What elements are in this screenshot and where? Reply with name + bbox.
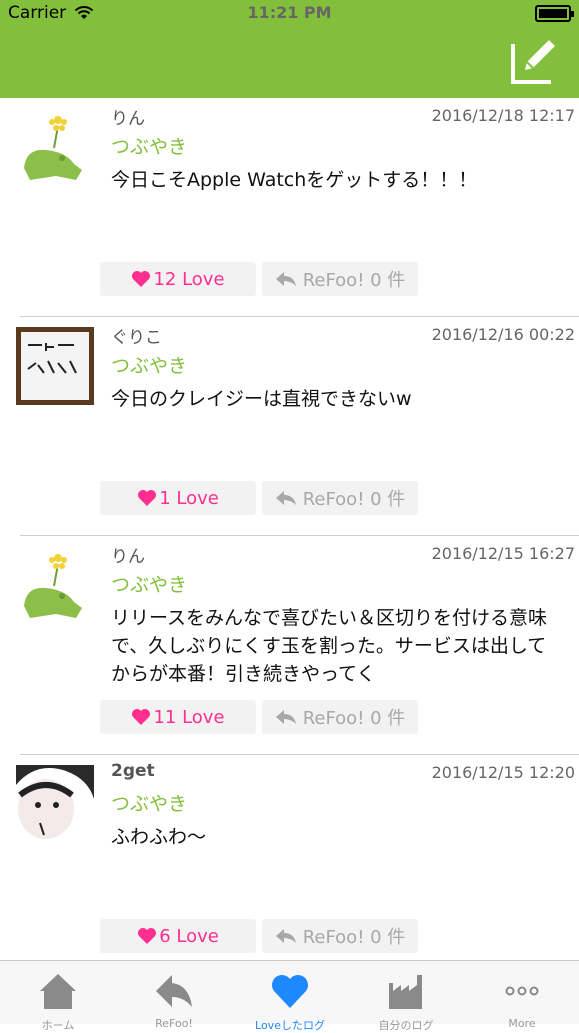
- post-time: 2016/12/18 12:17: [432, 106, 575, 125]
- post-time: 2016/12/15 12:20: [432, 763, 575, 782]
- battery-icon: [535, 5, 571, 22]
- reply-arrow-icon: [275, 709, 297, 725]
- post-content: 今日こそApple Watchをゲットする！！！: [111, 166, 561, 194]
- heart-icon: [131, 270, 151, 288]
- love-button[interactable]: 1 Love: [100, 481, 256, 515]
- tab-home[interactable]: ホーム: [0, 961, 116, 1025]
- post-category: つぶやき: [111, 570, 187, 597]
- factory-icon: [386, 971, 426, 1011]
- heart-icon: [131, 708, 151, 726]
- love-button[interactable]: 6 Love: [100, 919, 256, 953]
- tab-bar: ホーム ReFoo! Loveしたログ 自分のログ More: [0, 960, 579, 1024]
- refoo-count: ReFoo! 0 件: [303, 704, 406, 730]
- tab-more[interactable]: More: [464, 961, 579, 1025]
- refoo-count: ReFoo! 0 件: [303, 485, 406, 511]
- heart-icon: [137, 489, 157, 507]
- love-button[interactable]: 12 Love: [100, 262, 256, 296]
- avatar[interactable]: [16, 327, 94, 405]
- heart-icon: [270, 971, 310, 1011]
- post-item[interactable]: りん 2016/12/18 12:17 つぶやき 今日こそApple Watch…: [0, 98, 579, 317]
- post-category: つぶやき: [111, 351, 187, 378]
- clock: 11:21 PM: [0, 3, 579, 22]
- reply-arrow-icon: [275, 928, 297, 944]
- post-category: つぶやき: [111, 789, 187, 816]
- post-content: リリースをみんなで喜びたい＆区切りを付ける意味で、久しぶりにくす玉を割った。サー…: [111, 604, 561, 688]
- post-item[interactable]: りん 2016/12/15 16:27 つぶやき リリースをみんなで喜びたい＆区…: [0, 536, 579, 755]
- post-content: ふわふわ〜: [111, 823, 561, 851]
- username: ぐりこ: [111, 323, 162, 348]
- refoo-button[interactable]: ReFoo! 0 件: [262, 700, 418, 734]
- avatar[interactable]: [16, 546, 94, 624]
- avatar[interactable]: [16, 108, 94, 186]
- post-item[interactable]: ぐりこ 2016/12/16 00:22 つぶやき 今日のクレイジーは直視できな…: [0, 317, 579, 536]
- avatar[interactable]: [16, 765, 94, 843]
- more-icon: [502, 971, 542, 1011]
- tab-label: ホーム: [0, 1017, 116, 1033]
- home-icon: [38, 971, 78, 1011]
- post-time: 2016/12/16 00:22: [432, 325, 575, 344]
- heart-icon: [137, 927, 157, 945]
- tab-label: Loveしたログ: [232, 1017, 348, 1033]
- tab-refoo[interactable]: ReFoo!: [116, 961, 232, 1025]
- refoo-count: ReFoo! 0 件: [303, 923, 406, 949]
- compose-icon[interactable]: [509, 34, 561, 86]
- love-count: 1 Love: [159, 488, 219, 509]
- post-content: 今日のクレイジーは直視できないw: [111, 385, 561, 413]
- nav-header: Carrier 11:21 PM: [0, 0, 579, 98]
- love-count: 6 Love: [159, 926, 219, 947]
- post-category: つぶやき: [111, 132, 187, 159]
- love-count: 11 Love: [153, 707, 224, 728]
- username: りん: [111, 104, 145, 129]
- reply-arrow-icon: [275, 271, 297, 287]
- status-bar: Carrier 11:21 PM: [0, 0, 579, 28]
- username: りん: [111, 542, 145, 567]
- username: 2get: [111, 761, 155, 781]
- refoo-button[interactable]: ReFoo! 0 件: [262, 262, 418, 296]
- refoo-button[interactable]: ReFoo! 0 件: [262, 919, 418, 953]
- tab-label: 自分のログ: [348, 1017, 464, 1033]
- reply-arrow-icon: [275, 490, 297, 506]
- post-item[interactable]: 2get 2016/12/15 12:20 つぶやき ふわふわ〜 6 Love …: [0, 755, 579, 974]
- tab-love-log[interactable]: Loveしたログ: [232, 961, 348, 1025]
- love-count: 12 Love: [153, 269, 224, 290]
- love-button[interactable]: 11 Love: [100, 700, 256, 734]
- post-time: 2016/12/15 16:27: [432, 544, 575, 563]
- refoo-count: ReFoo! 0 件: [303, 266, 406, 292]
- tab-my-log[interactable]: 自分のログ: [348, 961, 464, 1025]
- reply-icon: [154, 971, 194, 1011]
- refoo-button[interactable]: ReFoo! 0 件: [262, 481, 418, 515]
